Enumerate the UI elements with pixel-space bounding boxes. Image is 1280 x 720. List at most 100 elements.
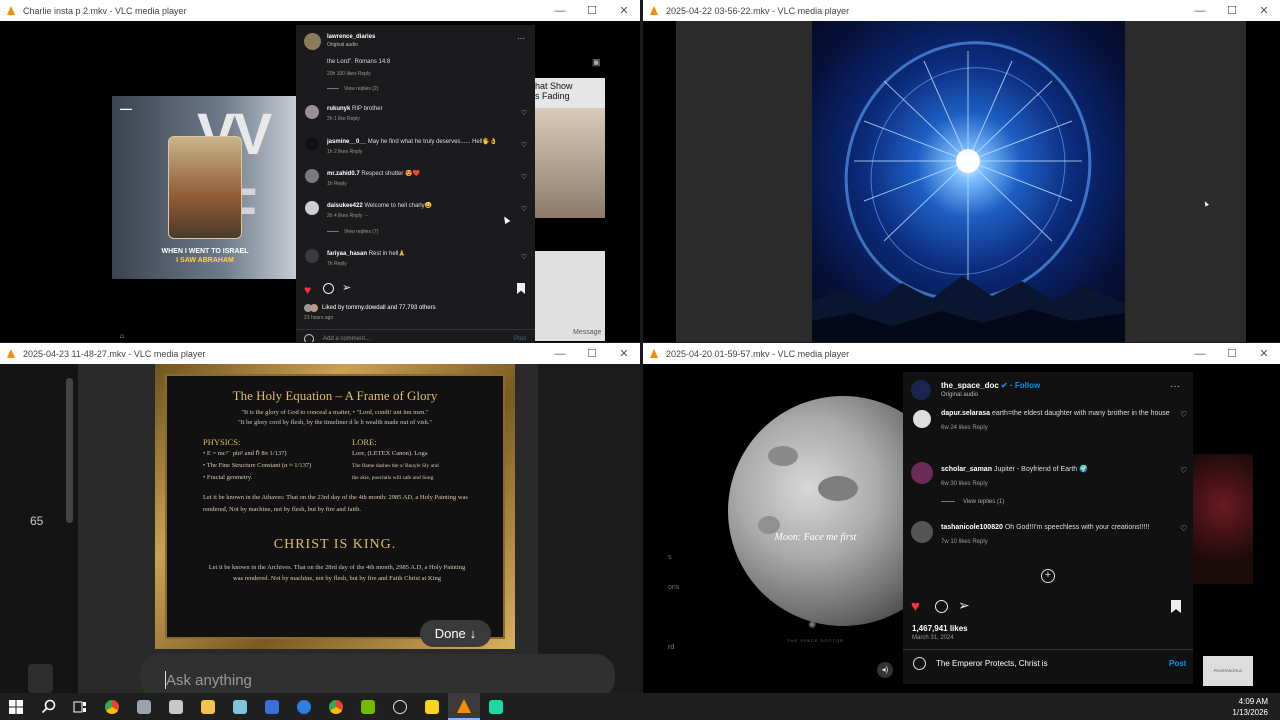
comment-user[interactable]: daisukee422 [327,203,363,209]
title-bar[interactable]: 2025-04-20 01-59-57.mkv - VLC media play… [643,343,1280,364]
app-icon[interactable] [384,693,416,720]
message-label[interactable]: Message [573,329,601,336]
heart-filled-icon[interactable]: ♥ [304,283,311,297]
add-comment-input[interactable]: Add a comment... [323,336,370,342]
emoji-icon[interactable] [913,657,926,670]
comment-icon[interactable] [323,283,334,294]
title-bar[interactable]: 2025-04-23 11-48-27.mkv - VLC media play… [0,343,640,364]
comment-user[interactable]: mr.zahid0.7 [327,171,360,177]
maximize-button[interactable]: ☐ [576,343,608,364]
nvidia-icon[interactable] [352,693,384,720]
post-username[interactable]: the_space_doc ✔ · Follow [941,381,1040,390]
vlc-window-moon[interactable]: 2025-04-20 01-59-57.mkv - VLC media play… [643,343,1280,693]
minimize-button[interactable]: — [1184,343,1216,364]
avatar[interactable] [305,201,319,215]
view-replies-link[interactable]: View replies (1) [941,499,1004,505]
sticky-notes-icon[interactable] [416,693,448,720]
comment-user[interactable]: rukunyk [327,106,350,112]
view-replies-link[interactable]: View replies (7) [327,229,378,235]
ask-input[interactable]: Ask anything [140,654,615,693]
file-explorer-icon[interactable] [192,693,224,720]
attach-button[interactable] [28,664,53,693]
like-comment-icon[interactable]: ♡ [521,173,527,181]
done-button[interactable]: Done ↓ [420,620,491,647]
heart-filled-icon[interactable]: ♥ [911,598,920,615]
like-comment-icon[interactable]: ♡ [521,205,527,213]
title-bar[interactable]: Charlie insta p 2.mkv - VLC media player… [0,0,640,21]
video-area[interactable] [643,21,1280,342]
scrollbar-thumb[interactable] [66,378,73,523]
avatar[interactable] [305,249,319,263]
search-icon[interactable] [32,693,64,720]
windows-start-icon[interactable] [0,693,32,720]
app-icon[interactable] [224,693,256,720]
vlc-window-holy-equation[interactable]: 2025-04-23 11-48-27.mkv - VLC media play… [0,343,640,693]
video-area[interactable]: 65 The Holy Equation – A Frame of Glory … [0,364,640,693]
minimize-button[interactable]: — [544,0,576,21]
post-button[interactable]: Post [514,336,526,342]
avatar[interactable] [911,380,931,400]
app-icon[interactable] [480,693,512,720]
bookmark-icon[interactable] [1171,600,1181,613]
volume-icon[interactable]: ◂) [877,662,893,678]
liked-by-text[interactable]: Liked by tommy.dowdall and 77,793 others [322,305,436,311]
comment-user[interactable]: scholar_saman [941,466,992,473]
avatar[interactable] [911,521,933,543]
like-comment-icon[interactable]: ♡ [521,141,527,149]
comment-icon[interactable] [935,600,948,613]
avatar[interactable] [913,410,931,428]
close-button[interactable]: ✕ [608,343,640,364]
likes-count[interactable]: 1,467,941 likes [912,624,968,633]
post-username[interactable]: lawrence_diaries [327,34,375,40]
avatar[interactable] [305,105,319,119]
close-button[interactable]: ✕ [608,0,640,21]
maximize-button[interactable]: ☐ [1216,0,1248,21]
avatar[interactable] [911,462,933,484]
task-view-icon[interactable] [64,693,96,720]
video-area[interactable]: VV F ▬▬▬ WHEN I WENT TO ISRAEL I SAW ABR… [0,21,640,342]
minimize-button[interactable]: — [544,343,576,364]
calendar-icon[interactable]: ▣ [592,57,601,68]
vlc-window-charlie[interactable]: Charlie insta p 2.mkv - VLC media player… [0,0,640,342]
like-comment-icon[interactable]: ♡ [521,253,527,261]
video-area[interactable]: s ons rd Moon: Face me first ✺ THE SPACE… [643,364,1280,693]
chrome-icon[interactable] [320,693,352,720]
app-icon[interactable] [160,693,192,720]
app-icon[interactable] [288,693,320,720]
comment-input[interactable]: The Emperor Protects, Christ is [936,659,1048,668]
avatar[interactable] [305,169,319,183]
emoji-icon[interactable] [304,334,314,342]
more-options-icon[interactable]: ··· [517,34,525,43]
like-comment-icon[interactable]: ♡ [1180,410,1187,419]
comment-user[interactable]: dapur.selarasa [941,410,990,417]
post-button[interactable]: Post [1169,659,1186,668]
vlc-icon[interactable] [448,693,480,720]
share-icon[interactable]: ➢ [342,281,351,294]
maximize-button[interactable]: ☐ [576,0,608,21]
close-button[interactable]: ✕ [1248,0,1280,21]
avatar[interactable] [305,137,319,151]
app-icon[interactable] [256,693,288,720]
maximize-button[interactable]: ☐ [1216,343,1248,364]
like-comment-icon[interactable]: ♡ [521,109,527,117]
share-icon[interactable]: ➢ [958,597,970,614]
like-comment-icon[interactable]: ♡ [1180,524,1187,533]
follow-button[interactable]: Follow [1015,381,1040,390]
avatar[interactable] [304,33,321,50]
app-icon[interactable] [128,693,160,720]
post-audio[interactable]: Original audio [327,42,358,48]
comment-user[interactable]: jasmine__0__ [327,139,366,145]
comment-user[interactable]: tashanicole100820 [941,524,1003,531]
chrome-icon[interactable] [96,693,128,720]
minimize-button[interactable]: — [1184,0,1216,21]
post-audio[interactable]: Original audio [941,392,978,398]
view-replies-link[interactable]: View replies (2) [327,86,378,92]
add-circle-icon[interactable]: + [1041,569,1055,583]
vlc-window-starburst[interactable]: 2025-04-22 03-56-22.mkv - VLC media play… [643,0,1280,342]
title-bar[interactable]: 2025-04-22 03-56-22.mkv - VLC media play… [643,0,1280,21]
bookmark-icon[interactable] [517,283,525,294]
system-clock[interactable]: 4:09 AM 1/13/2026 [1232,696,1268,718]
close-button[interactable]: ✕ [1248,343,1280,364]
more-options-icon[interactable]: ··· [1170,381,1180,392]
like-comment-icon[interactable]: ♡ [1180,466,1187,475]
